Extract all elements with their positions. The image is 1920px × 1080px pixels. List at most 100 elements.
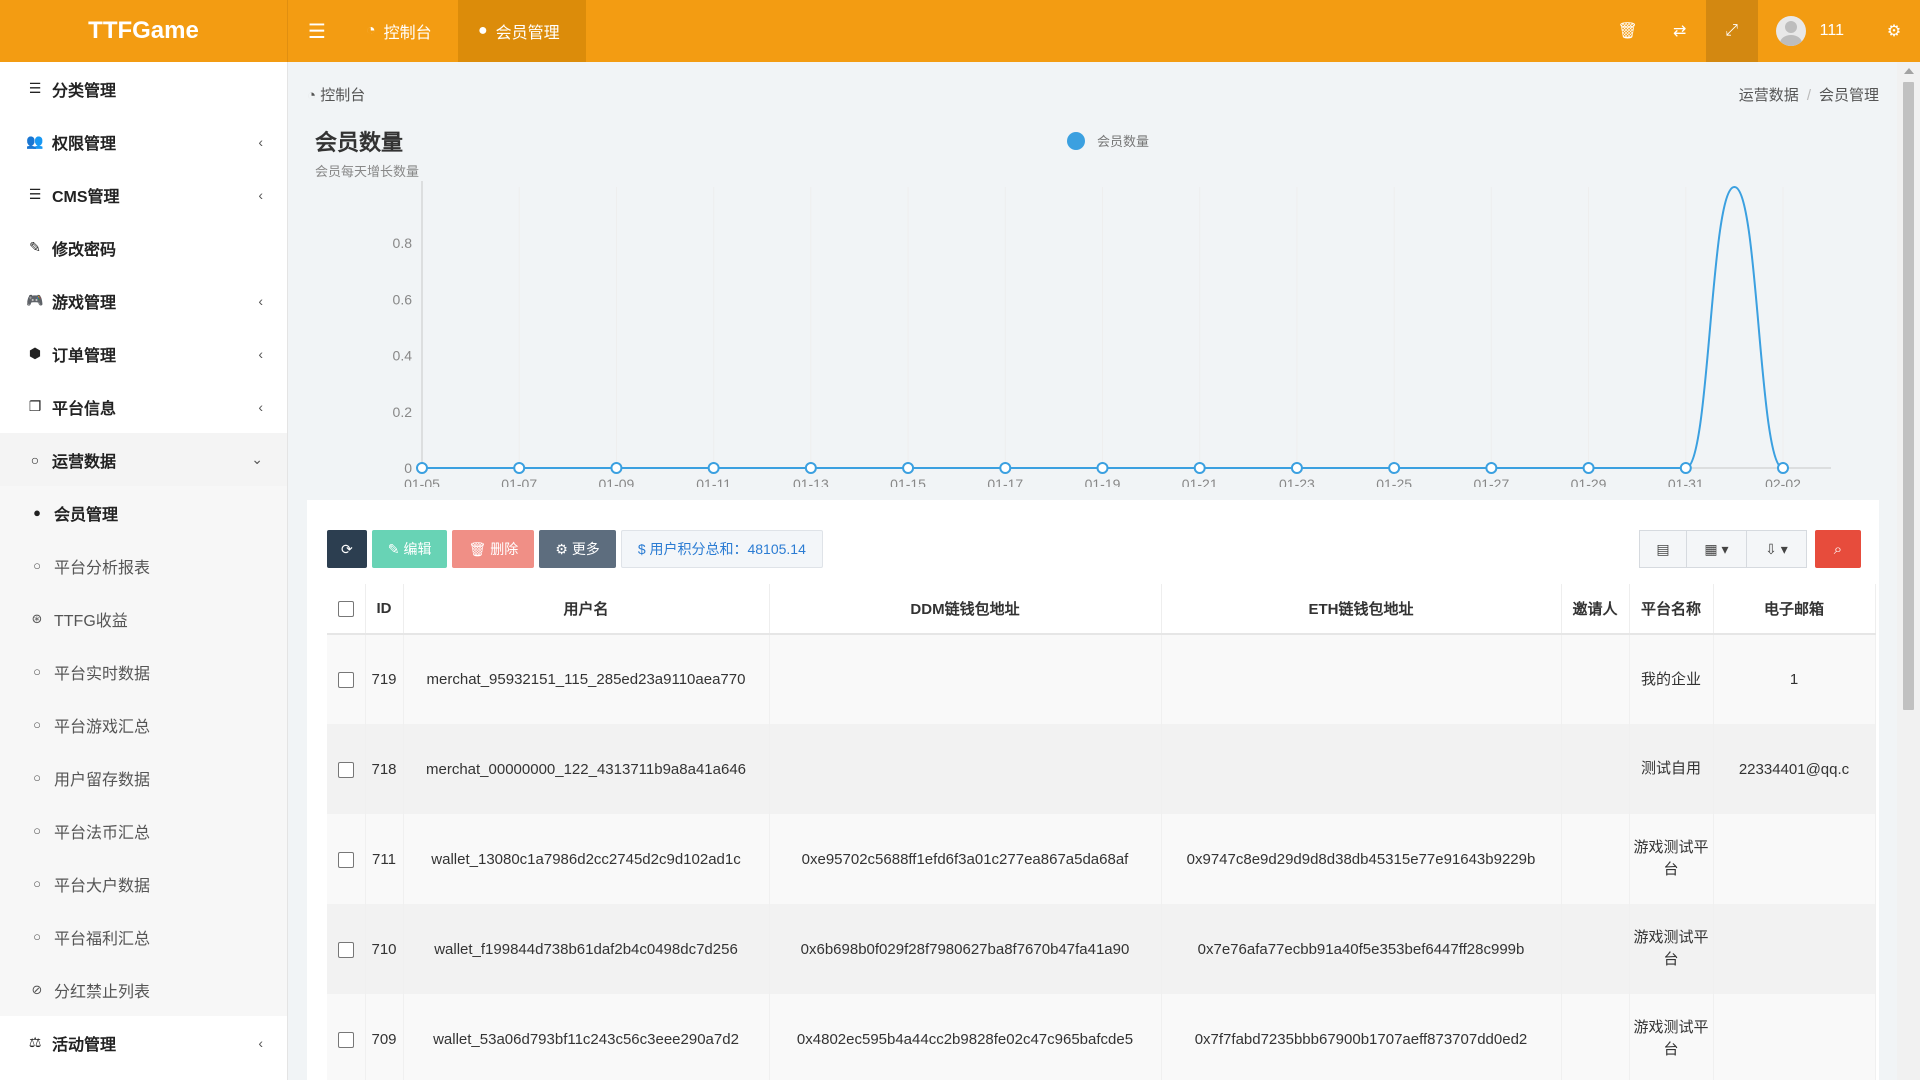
sidebar-subitem-analysis[interactable]: ○ 平台分析报表	[0, 539, 287, 592]
table-row[interactable]: 719 merchat_95932151_115_285ed23a9110aea…	[327, 634, 1876, 724]
row-checkbox[interactable]	[337, 1031, 354, 1048]
chart-svg: 0 0.2 0.4 0.6 0.8 01-05 01-07 01-09 01-11 01-13 01…	[393, 181, 1831, 487]
sidebar-item-category[interactable]: ☰ 分类管理	[0, 62, 287, 115]
expand-icon: ⤢	[1725, 22, 1739, 39]
export-button[interactable]: ⇩ ▾	[1747, 530, 1807, 568]
user-menu[interactable]: 111	[1758, 0, 1868, 62]
clear-cache-button[interactable]: 🗑	[1602, 0, 1654, 62]
language-button[interactable]: ⇄	[1654, 0, 1706, 62]
tab-member-management[interactable]: ● 会员管理	[458, 0, 586, 62]
toggle-view-button[interactable]: ▤	[1639, 530, 1687, 568]
sidebar-item-label: 运营数据	[52, 453, 117, 471]
sidebar-subitem-retention[interactable]: ○ 用户留存数据	[0, 751, 287, 804]
sidebar-subitem-game-summary[interactable]: ○ 平台游戏汇总	[0, 698, 287, 751]
cell-inviter	[1561, 904, 1630, 994]
chart-legend[interactable]: 会员数量	[1067, 131, 1149, 150]
sidebar-subitem-label: TTFG收益	[54, 612, 128, 630]
sidebar-item-permissions[interactable]: 👥 权限管理 ‹	[0, 115, 287, 168]
cell-username: wallet_53a06d793bf11c243c56c3eee290a7d2	[403, 994, 770, 1080]
page-scrollbar[interactable]	[1897, 62, 1920, 1080]
breadcrumb-item[interactable]: 会员管理	[1819, 87, 1879, 104]
cell-platform: 游戏测试平台	[1629, 814, 1714, 904]
settings-button[interactable]: ⚙	[1868, 0, 1920, 62]
sidebar-item-platform-info[interactable]: ❐ 平台信息 ‹	[0, 380, 287, 433]
cell-id: 709	[365, 994, 404, 1080]
sidebar-subitem-label: 平台福利汇总	[54, 930, 151, 948]
column-header-inviter[interactable]: 邀请人	[1561, 584, 1630, 635]
cell-username: merchat_00000000_122_4313711b9a8a41a646	[403, 724, 770, 814]
sidebar-subitem-realtime[interactable]: ○ 平台实时数据	[0, 645, 287, 698]
more-button[interactable]: ⚙ 更多	[539, 530, 616, 568]
circle-icon: ○	[33, 717, 41, 732]
list-icon: ☰	[28, 80, 42, 96]
row-checkbox[interactable]	[337, 941, 354, 958]
column-header-email[interactable]: 电子邮箱	[1713, 584, 1876, 635]
chevron-left-icon: ‹	[258, 345, 263, 362]
cell-eth-address: 0x7f7fabd7235bbb67900b1707aeff873707dd0e…	[1161, 994, 1562, 1080]
sidebar-item-password[interactable]: ✎ 修改密码	[0, 221, 287, 274]
cell-platform: 游戏测试平台	[1629, 904, 1714, 994]
column-header-eth-address[interactable]: ETH链钱包地址	[1161, 584, 1562, 635]
chart-y-tick-label: 0	[404, 460, 412, 476]
users-icon: 👥	[26, 133, 44, 149]
scroll-thumb[interactable]	[1903, 82, 1914, 710]
row-checkbox[interactable]	[337, 761, 354, 778]
sidebar-item-activities[interactable]: ⚖ 活动管理 ‹	[0, 1016, 287, 1069]
table-row[interactable]: 709 wallet_53a06d793bf11c243c56c3eee290a…	[327, 994, 1876, 1080]
sidebar-subitem-dividend-ban[interactable]: ⊘ 分红禁止列表	[0, 963, 287, 1016]
pencil-icon: ✎	[387, 540, 400, 557]
scroll-up-arrow-icon[interactable]	[1904, 68, 1914, 74]
cell-username: wallet_13080c1a7986d2cc2745d2c9d102ad1c	[403, 814, 770, 904]
breadcrumb-separator: /	[1806, 87, 1811, 104]
sidebar-subitem-ttfg-revenue[interactable]: ⊛ TTFG收益	[0, 592, 287, 645]
table-row[interactable]: 718 merchat_00000000_122_4313711b9a8a41a…	[327, 724, 1876, 814]
tab-dashboard[interactable]: ◔ 控制台	[346, 0, 458, 62]
gamepad-icon: 🎮	[26, 292, 44, 308]
cell-inviter	[1561, 724, 1630, 814]
row-checkbox[interactable]	[337, 851, 354, 868]
sidebar-subitem-members[interactable]: ● 会员管理	[0, 486, 287, 539]
trash-icon: 🗑	[468, 540, 487, 557]
table-row[interactable]: 710 wallet_f199844d738b61daf2b4c0498dc7d…	[327, 904, 1876, 994]
search-button[interactable]: ⌕	[1815, 530, 1861, 568]
row-select-cell	[327, 904, 366, 994]
column-header-id[interactable]: ID	[365, 584, 404, 635]
cell-ddm-address	[769, 634, 1162, 724]
sidebar-subitem-fiat-summary[interactable]: ○ 平台法币汇总	[0, 804, 287, 857]
ban-icon: ⊘	[31, 981, 43, 997]
table-tools: ▤ ▦ ▾ ⇩ ▾ ⌕	[1639, 530, 1861, 568]
columns-button[interactable]: ▦ ▾	[1687, 530, 1747, 568]
column-header-ddm-address[interactable]: DDM链钱包地址	[769, 584, 1162, 635]
circle-icon: ○	[33, 664, 41, 679]
chart-x-tick-label: 01-05	[404, 476, 440, 487]
app-logo[interactable]: TTFGame	[0, 0, 288, 62]
table-row[interactable]: 711 wallet_13080c1a7986d2cc2745d2c9d102a…	[327, 814, 1876, 904]
column-header-username[interactable]: 用户名	[403, 584, 770, 635]
sidebar-item-label: 订单管理	[52, 347, 117, 365]
column-header-platform[interactable]: 平台名称	[1629, 584, 1714, 635]
row-checkbox[interactable]	[337, 672, 354, 689]
menu-toggle-button[interactable]: ☰	[288, 0, 346, 62]
chart-data-point	[1193, 462, 1206, 474]
fullscreen-button[interactable]: ⤢	[1705, 0, 1758, 62]
refresh-button[interactable]: ⟳	[327, 530, 367, 568]
gear-icon: ⚙	[555, 540, 568, 557]
sidebar-subitem-label: 平台大户数据	[54, 877, 151, 895]
cell-id: 710	[365, 904, 404, 994]
sidebar-item-operations[interactable]: ○ 运营数据 ⌄	[0, 433, 287, 486]
cell-eth-address	[1161, 634, 1562, 724]
sidebar-subitem-whales[interactable]: ○ 平台大户数据	[0, 857, 287, 910]
breadcrumb-item[interactable]: 运营数据	[1739, 87, 1799, 104]
edit-button[interactable]: ✎ 编辑	[371, 530, 448, 568]
translate-icon: ⇄	[1672, 23, 1687, 40]
sidebar-subitem-welfare[interactable]: ○ 平台福利汇总	[0, 910, 287, 963]
cell-email	[1713, 814, 1876, 904]
delete-button[interactable]: 🗑 删除	[452, 530, 535, 568]
cell-platform: 我的企业	[1629, 634, 1714, 724]
select-all-checkbox[interactable]	[337, 601, 354, 618]
cell-eth-address: 0x9747c8e9d29d9d8d38db45315e77e91643b922…	[1161, 814, 1562, 904]
chevron-down-icon: ⌄	[251, 451, 263, 467]
sidebar-item-cms[interactable]: ☰ CMS管理 ‹	[0, 168, 287, 221]
sidebar-item-orders[interactable]: ⬢ 订单管理 ‹	[0, 327, 287, 380]
sidebar-item-games[interactable]: 🎮 游戏管理 ‹	[0, 274, 287, 327]
